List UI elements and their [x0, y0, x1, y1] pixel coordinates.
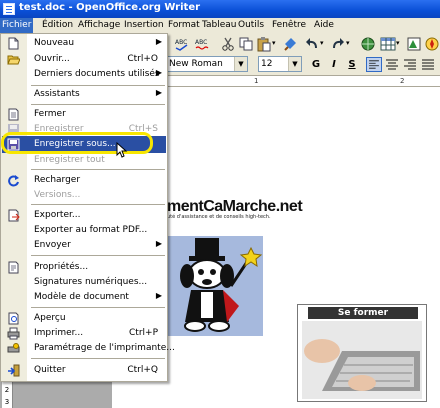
menu-item-quitter[interactable]: Quitter Ctrl+Q: [2, 362, 166, 379]
redo-dropdown-icon[interactable]: ▾: [346, 39, 354, 55]
submenu-arrow-icon: ▶: [155, 88, 162, 97]
photo-caption: Se former: [308, 307, 418, 319]
menu-item-derniers-documents[interactable]: Derniers documents utilisés ▶: [2, 66, 166, 83]
font-size-combo[interactable]: 12 ▼: [258, 56, 302, 72]
menu-separator: [31, 104, 165, 105]
menu-separator: [31, 307, 165, 308]
font-size-value: 12: [261, 59, 273, 69]
banner-subtitle: uté d'assistance et de conseils high-tec…: [167, 214, 271, 220]
menu-item-modele[interactable]: Modèle de document ▶: [2, 289, 166, 306]
menu-item-assistants[interactable]: Assistants ▶: [2, 86, 166, 103]
print-preview-icon: [8, 312, 19, 325]
vruler-mark: 3: [4, 398, 10, 406]
menu-item-enregistrer-tout: Enregistrer tout: [34, 155, 105, 165]
navigator-icon[interactable]: [424, 36, 440, 52]
font-name-value: New Roman: [169, 59, 223, 69]
printer-icon: [7, 327, 20, 340]
align-center-icon[interactable]: [384, 57, 400, 72]
table-dropdown-icon[interactable]: ▾: [396, 39, 404, 55]
close-document-icon: [8, 108, 19, 121]
app-document-icon: [3, 3, 15, 15]
submenu-arrow-icon: ▶: [155, 68, 162, 77]
menu-separator: [31, 255, 165, 256]
cut-icon[interactable]: [220, 36, 236, 52]
highlight-callout: [1, 132, 153, 154]
show-draw-functions-icon[interactable]: [406, 36, 422, 52]
site-banner-image: mentCaMarche.net uté d'assistance et de …: [167, 198, 303, 220]
hyperlink-icon[interactable]: [360, 36, 376, 52]
standard-toolbar: ABC ABC ▾ ▾ ▾ ▾: [168, 33, 440, 55]
align-left-icon[interactable]: [366, 57, 382, 72]
menu-separator: [31, 169, 165, 170]
menu-affichage[interactable]: Affichage: [76, 18, 122, 33]
redo-icon[interactable]: [330, 36, 346, 52]
table-icon[interactable]: [380, 36, 396, 52]
menu-insertion[interactable]: Insertion: [122, 18, 166, 33]
font-name-combo[interactable]: New Roman ▼: [166, 56, 248, 72]
autospell-icon[interactable]: ABC: [194, 36, 210, 52]
window-title: test.doc - OpenOffice.org Writer: [19, 2, 201, 13]
underline-button[interactable]: S: [344, 57, 360, 72]
menu-outils[interactable]: Outils: [236, 18, 266, 33]
menu-fenetre[interactable]: Fenêtre: [270, 18, 308, 33]
bold-button[interactable]: G: [308, 57, 324, 72]
menu-separator: [31, 358, 165, 359]
submenu-arrow-icon: ▶: [155, 291, 162, 300]
export-icon: [8, 209, 20, 222]
italic-button[interactable]: I: [326, 57, 342, 72]
open-folder-icon: [7, 55, 20, 65]
menu-aide[interactable]: Aide: [312, 18, 336, 33]
mascot-dog-image: [157, 236, 263, 336]
menu-item-parametrage-imprimante[interactable]: Paramétrage de l'imprimante...: [2, 340, 175, 357]
ruler-mark: 1: [254, 77, 259, 85]
menu-format[interactable]: Format: [166, 18, 202, 33]
reload-icon: [8, 175, 19, 187]
submenu-arrow-icon: ▶: [155, 37, 162, 46]
training-photo: Se former: [297, 304, 427, 402]
horizontal-ruler[interactable]: 1 2: [168, 75, 440, 87]
undo-dropdown-icon[interactable]: ▾: [320, 39, 328, 55]
menu-tableau[interactable]: Tableau: [200, 18, 239, 33]
menu-bar: Fichier Édition Affichage Insertion Form…: [0, 18, 440, 33]
submenu-arrow-icon: ▶: [155, 239, 162, 248]
ruler-mark: 2: [400, 77, 405, 85]
menu-item-versions: Versions...: [34, 190, 81, 200]
align-right-icon[interactable]: [402, 57, 418, 72]
copy-icon[interactable]: [238, 36, 254, 52]
format-paintbrush-icon[interactable]: [282, 36, 298, 52]
paste-icon[interactable]: [256, 36, 272, 52]
menu-item-nouveau[interactable]: Nouveau ▶: [2, 35, 166, 52]
vruler-mark: 2: [4, 386, 10, 394]
paste-dropdown-icon[interactable]: ▾: [272, 39, 280, 55]
font-size-dropdown-icon[interactable]: ▼: [288, 57, 301, 71]
spellcheck-icon[interactable]: ABC: [174, 36, 190, 52]
exit-icon: [8, 364, 20, 377]
keyboard-hands-image: [302, 321, 422, 399]
menu-edition[interactable]: Édition: [40, 18, 75, 33]
properties-icon: [8, 261, 19, 274]
file-menu: Nouveau ▶ Ouvrir... Ctrl+O Derniers docu…: [0, 33, 175, 382]
mouse-cursor-icon: [116, 142, 128, 158]
formatting-toolbar: New Roman ▼ 12 ▼ G I S: [166, 55, 440, 75]
justify-icon[interactable]: [420, 57, 436, 72]
svg-text:ABC: ABC: [195, 39, 207, 46]
svg-text:ABC: ABC: [175, 39, 187, 46]
undo-icon[interactable]: [304, 36, 320, 52]
title-bar: test.doc - OpenOffice.org Writer: [0, 0, 440, 18]
new-document-icon: [8, 37, 19, 50]
printer-settings-icon: [7, 343, 20, 353]
menu-fichier[interactable]: Fichier: [0, 18, 34, 33]
font-name-dropdown-icon[interactable]: ▼: [234, 57, 247, 71]
menu-item-envoyer[interactable]: Envoyer ▶: [2, 237, 166, 254]
menu-separator: [31, 204, 165, 205]
